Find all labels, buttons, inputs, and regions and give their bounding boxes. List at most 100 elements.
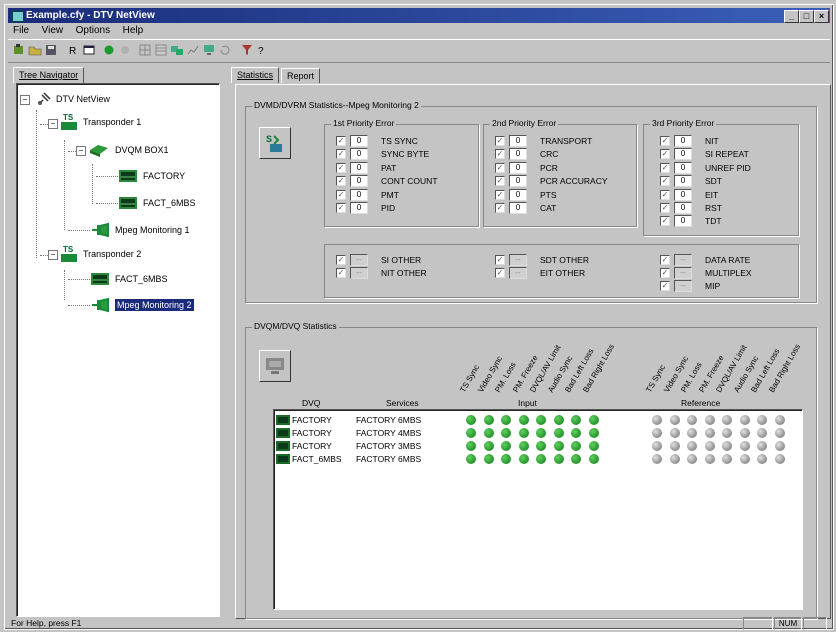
dvmd-control-button[interactable]: S — [259, 127, 291, 159]
error-checkbox[interactable]: ✓ — [336, 255, 346, 265]
tree-item-transponder2[interactable]: TS Transponder 2 — [60, 244, 141, 264]
error-checkbox[interactable]: ✓ — [336, 268, 346, 278]
error-checkbox[interactable]: ✓ — [660, 216, 670, 227]
error-count: 0 — [350, 161, 368, 174]
error-checkbox[interactable]: ✓ — [336, 136, 346, 146]
table-icon[interactable] — [154, 43, 168, 57]
window-icon[interactable] — [82, 43, 96, 57]
mpeg-monitor-icon — [92, 222, 109, 238]
chart-icon[interactable] — [186, 43, 200, 57]
table-row[interactable]: FACTORY FACTORY 4MBS — [276, 427, 796, 439]
error-label: NIT — [705, 136, 719, 146]
tree-item-root[interactable]: DTV NetView — [37, 92, 110, 106]
table-row[interactable]: FACTORY FACTORY 3MBS — [276, 440, 796, 452]
error-checkbox[interactable]: ✓ — [495, 176, 505, 187]
minimize-icon[interactable]: _ — [784, 10, 799, 23]
error-checkbox[interactable]: ✓ — [495, 255, 505, 265]
menu-view[interactable]: View — [37, 24, 69, 38]
record-icon[interactable] — [102, 43, 116, 57]
error-label: PCR ACCURACY — [540, 176, 608, 187]
error-checkbox[interactable]: ✓ — [660, 203, 670, 213]
reference-status-indicator — [757, 428, 767, 438]
error-checkbox[interactable]: ✓ — [660, 176, 670, 187]
error-label: CRC — [540, 149, 559, 160]
service-cell: FACTORY 6MBS — [356, 454, 422, 464]
tree-item-fact-6mbs-2[interactable]: FACT_6MBS — [90, 271, 168, 287]
error-checkbox[interactable]: ✓ — [336, 189, 346, 200]
tree-item-mpeg-monitoring-1[interactable]: Mpeg Monitoring 1 — [90, 222, 190, 238]
dvq-icon — [276, 441, 290, 451]
reference-status-indicator — [705, 428, 715, 438]
priority1-title: 1st Priority Error — [331, 118, 397, 128]
error-checkbox[interactable]: ✓ — [660, 268, 670, 278]
stop-icon[interactable] — [118, 43, 132, 57]
error-checkbox[interactable]: ✓ — [660, 255, 670, 265]
reference-status-indicator — [740, 441, 750, 451]
menu-help[interactable]: Help — [118, 24, 149, 38]
tree-item-transponder1[interactable]: TS Transponder 1 — [60, 112, 141, 132]
table-row[interactable]: FACTORY FACTORY 6MBS — [276, 414, 796, 426]
network-icon[interactable] — [170, 43, 184, 57]
error-checkbox[interactable]: ✓ — [660, 136, 670, 146]
menu-options[interactable]: Options — [71, 24, 115, 38]
tree-item-fact-6mbs-1[interactable]: FACT_6MBS — [118, 195, 196, 211]
collapse-transponder1-icon[interactable]: − — [48, 119, 58, 129]
reference-status-indicator — [757, 441, 767, 451]
input-status-indicator — [519, 415, 529, 425]
filter-icon[interactable] — [240, 43, 254, 57]
error-checkbox[interactable]: ✓ — [495, 189, 505, 200]
title-bar[interactable]: Example.cfy - DTV NetView _ □ × — [8, 8, 830, 23]
input-status-indicator — [536, 454, 546, 464]
error-count: 0 — [509, 202, 527, 214]
tree-item-dvqm-box1[interactable]: DVQM BOX1 — [88, 142, 169, 158]
refresh-icon[interactable] — [218, 43, 232, 57]
error-checkbox[interactable]: ✓ — [660, 189, 670, 200]
status-panel-scroll — [803, 617, 827, 630]
select-icon[interactable]: R — [66, 43, 80, 57]
new-icon[interactable] — [12, 43, 26, 57]
error-checkbox[interactable]: ✓ — [336, 176, 346, 187]
help-icon[interactable]: ? — [256, 43, 270, 57]
error-checkbox[interactable]: ✓ — [336, 162, 346, 173]
input-status-indicator — [466, 441, 476, 451]
error-label: PMT — [381, 189, 399, 200]
monitor-icon[interactable] — [202, 43, 216, 57]
save-icon[interactable] — [44, 43, 58, 57]
dvq-list[interactable]: FACTORY FACTORY 6MBS FACTORY FACTORY 4MBS FA… — [273, 409, 803, 610]
input-status-indicator — [571, 428, 581, 438]
tree-item-mpeg-monitoring-2[interactable]: Mpeg Monitoring 2 — [90, 297, 194, 313]
tab-statistics[interactable]: Statistics — [231, 67, 280, 83]
tree-item-factory[interactable]: FACTORY — [118, 168, 185, 184]
reference-status-indicator — [775, 428, 785, 438]
close-icon[interactable]: × — [814, 10, 829, 23]
error-checkbox[interactable]: ✓ — [495, 268, 505, 278]
error-label: PAT — [381, 162, 397, 173]
error-checkbox[interactable]: ✓ — [495, 136, 505, 146]
reference-status-indicator — [722, 428, 732, 438]
error-checkbox[interactable]: ✓ — [660, 149, 670, 160]
error-checkbox[interactable]: ✓ — [336, 149, 346, 160]
error-checkbox[interactable]: ✓ — [336, 203, 346, 213]
error-checkbox[interactable]: ✓ — [660, 162, 670, 173]
menu-file[interactable]: File — [8, 24, 34, 38]
grid-icon[interactable] — [138, 43, 152, 57]
open-icon[interactable] — [28, 43, 42, 57]
dvqm-control-button[interactable] — [259, 350, 291, 382]
error-checkbox[interactable]: ✓ — [495, 203, 505, 213]
table-row[interactable]: FACT_6MBS FACTORY 6MBS — [276, 453, 796, 465]
dvq-cell: FACTORY — [292, 415, 332, 425]
reference-status-indicator — [775, 441, 785, 451]
collapse-transponder2-icon[interactable]: − — [48, 250, 58, 260]
error-checkbox[interactable]: ✓ — [660, 281, 670, 291]
collapse-dvqm-icon[interactable]: − — [76, 146, 86, 156]
tab-tree-navigator[interactable]: Tree Navigator — [13, 67, 85, 83]
reference-status-indicator — [652, 428, 662, 438]
error-label: MIP — [705, 281, 721, 291]
error-checkbox[interactable]: ✓ — [495, 149, 505, 160]
tree-navigator: − DTV NetView − TS Transponder 1 − DVQM … — [16, 83, 220, 617]
tab-report[interactable]: Report — [281, 68, 321, 83]
maximize-icon[interactable]: □ — [799, 10, 814, 23]
error-label: SDT OTHER — [540, 255, 589, 265]
error-checkbox[interactable]: ✓ — [495, 162, 505, 173]
collapse-root-icon[interactable]: − — [20, 95, 30, 105]
